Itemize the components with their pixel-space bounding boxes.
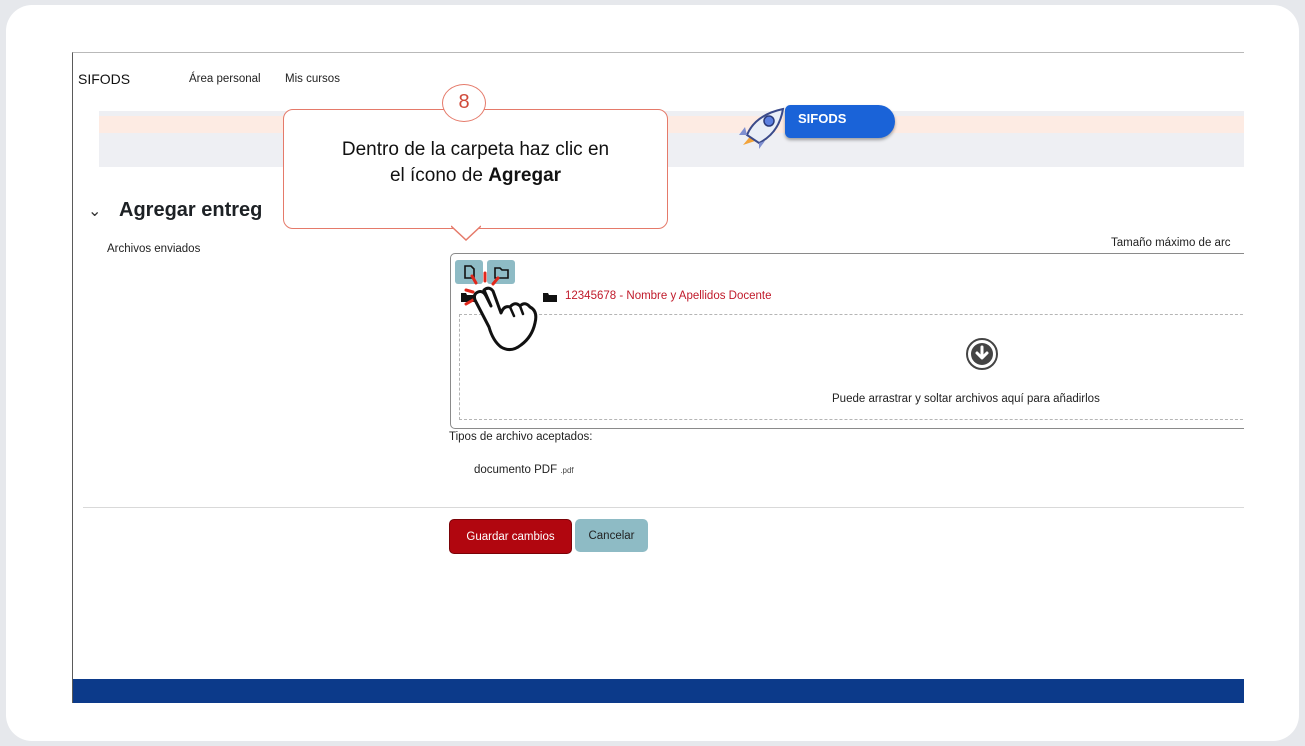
nav-mis-cursos[interactable]: Mis cursos: [285, 73, 340, 85]
files-label: Archivos enviados: [107, 243, 201, 255]
callout-bold-word: Agregar: [488, 165, 562, 186]
rocket-icon: [739, 107, 785, 149]
section-title: Agregar entreg: [119, 199, 263, 221]
callout-text: Dentro de la carpeta haz clic en el ícon…: [284, 137, 667, 189]
callout-line-2-prefix: el ícono de: [389, 165, 489, 186]
drop-zone-text: Puede arrastrar y soltar archivos aquí p…: [832, 393, 1100, 405]
drop-zone[interactable]: Puede arrastrar y soltar archivos aquí p…: [459, 314, 1244, 420]
banner-stripe: [99, 116, 1244, 133]
download-arrow-icon: [966, 338, 998, 370]
collapse-chevron-icon[interactable]: ⌄: [88, 201, 101, 221]
accepted-type-ext: .pdf: [560, 466, 574, 475]
callout-line-1: Dentro de la carpeta haz clic en: [341, 139, 610, 160]
nav-area-personal[interactable]: Área personal: [189, 73, 261, 85]
callout-tail: [451, 225, 481, 241]
pointing-hand-icon: [464, 271, 538, 352]
folder-path-link[interactable]: 12345678 - Nombre y Apellidos Docente: [565, 290, 772, 302]
form-divider: [83, 507, 1244, 508]
site-brand[interactable]: SIFODS: [78, 71, 130, 87]
file-manager: 12345678 - Nombre y Apellidos Docente Pu…: [450, 253, 1244, 429]
callout-line-2: el ícono de Agregar: [284, 163, 667, 189]
instruction-callout: Dentro de la carpeta haz clic en el ícon…: [283, 109, 668, 229]
sifods-pill-label: SIFODS: [798, 111, 847, 126]
course-banner: [99, 111, 1244, 167]
max-size-label: Tamaño máximo de arc: [1111, 237, 1231, 249]
save-changes-button[interactable]: Guardar cambios: [449, 519, 572, 554]
top-navbar: SIFODS Área personal Mis cursos: [73, 53, 1244, 103]
accepted-type-pdf: documento PDF .pdf: [474, 464, 574, 476]
footer-bar: [73, 679, 1244, 703]
accepted-types-label: Tipos de archivo aceptados:: [449, 431, 593, 443]
cancel-button[interactable]: Cancelar: [575, 519, 648, 552]
step-number-badge: 8: [442, 84, 486, 122]
accepted-type-name: documento PDF: [474, 464, 558, 476]
